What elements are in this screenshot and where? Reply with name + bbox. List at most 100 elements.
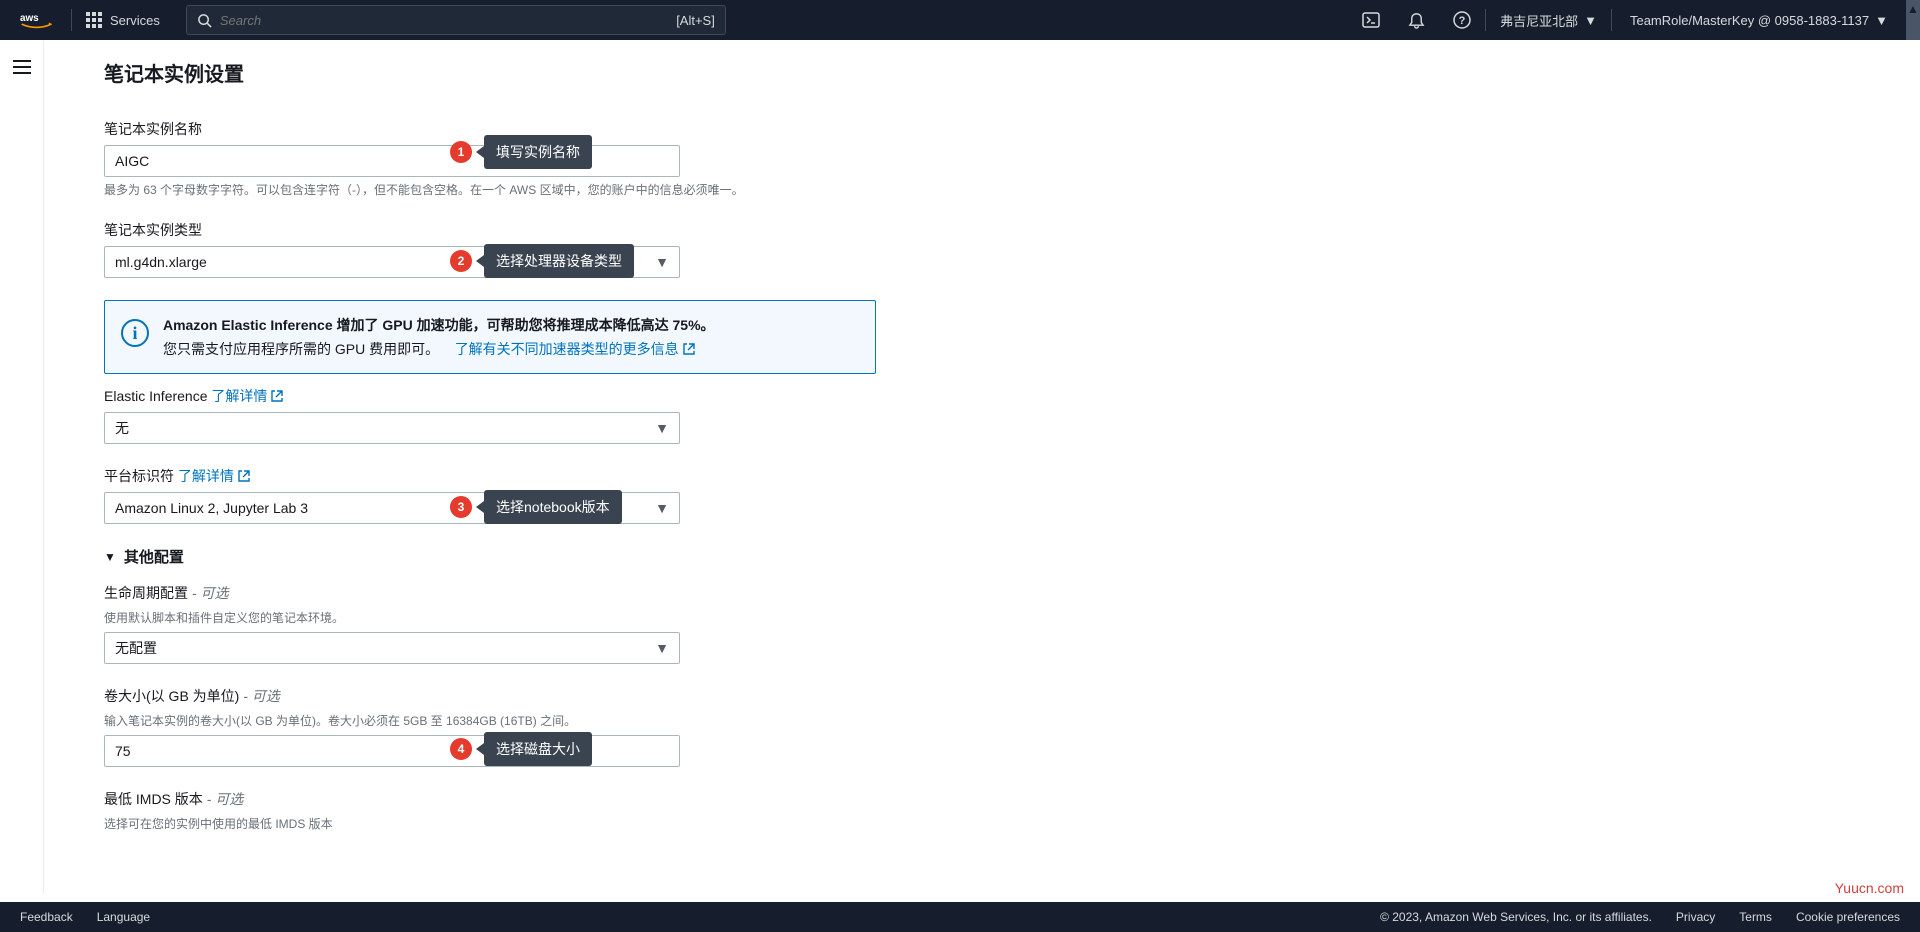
name-input[interactable]: AIGC [104,145,680,177]
ei-link-text: 了解详情 [211,386,267,406]
aws-logo[interactable]: aws [0,10,71,30]
volume-label-text: 卷大小(以 GB 为单位) [104,688,239,704]
chevron-up-icon: ▲ [1907,2,1919,16]
lifecycle-label: 生命周期配置 - 可选 [104,583,916,603]
account-label: TeamRole/MasterKey @ 0958-1883-1137 [1630,13,1869,28]
info-title: Amazon Elastic Inference 增加了 GPU 加速功能，可帮… [163,317,715,333]
volume-input[interactable]: 75 [104,735,680,767]
platform-link-text: 了解详情 [178,466,234,486]
callout-text: 选择磁盘大小 [484,732,592,766]
elastic-inference-info: i Amazon Elastic Inference 增加了 GPU 加速功能，… [104,300,876,374]
callout-arrow-icon [476,146,484,158]
chevron-down-icon: ▼ [655,500,669,516]
callout-2: 2 选择处理器设备类型 [450,244,634,278]
other-config-toggle[interactable]: ▼ 其他配置 [104,546,916,567]
help-button[interactable]: ? [1439,0,1485,40]
footer-right: © 2023, Amazon Web Services, Inc. or its… [1380,910,1900,924]
imds-optional: - 可选 [207,791,244,807]
notifications-button[interactable] [1394,0,1439,40]
field-volume: 卷大小(以 GB 为单位) - 可选 输入笔记本实例的卷大小(以 GB 为单位)… [104,686,916,767]
lifecycle-select[interactable]: 无配置 ▼ [104,632,680,664]
volume-label: 卷大小(以 GB 为单位) - 可选 [104,686,916,706]
sidebar-collapsed [0,40,44,894]
platform-label-text: 平台标识符 [104,468,174,484]
info-sub-prefix: 您只需支付应用程序所需的 GPU 费用即可。 [163,341,439,357]
ei-label: Elastic Inference 了解详情 [104,386,916,406]
info-sub: 您只需支付应用程序所需的 GPU 费用即可。 了解有关不同加速器类型的更多信息 [163,339,715,359]
info-icon: i [121,319,149,347]
hamburger-icon [13,60,31,74]
callout-4: 4 选择磁盘大小 [450,732,592,766]
svg-text:aws: aws [20,13,39,24]
external-link-icon [683,343,695,355]
type-label: 笔记本实例类型 [104,220,916,240]
panel-title: 笔记本实例设置 [104,58,916,87]
feedback-link[interactable]: Feedback [20,910,73,924]
watermark: Yuucn.com [1835,880,1904,896]
search-icon [197,13,212,28]
bottom-bar: Feedback Language © 2023, Amazon Web Ser… [0,902,1920,932]
platform-label: 平台标识符 了解详情 [104,466,916,486]
chevron-down-icon: ▼ [104,550,116,564]
field-notebook-type: 笔记本实例类型 ml.g4dn.xlarge ▼ 2 选择处理器设备类型 [104,220,916,278]
main-panel: 笔记本实例设置 笔记本实例名称 AIGC 最多为 63 个字母数字字符。可以包含… [44,40,944,894]
ei-select[interactable]: 无 ▼ [104,412,680,444]
ei-learn-more-link[interactable]: 了解详情 [211,386,283,406]
callout-arrow-icon [476,501,484,513]
callout-num: 2 [450,250,472,272]
ei-value: 无 [115,418,129,438]
external-link-icon [271,390,283,402]
copyright-text: © 2023, Amazon Web Services, Inc. or its… [1380,910,1652,924]
field-lifecycle: 生命周期配置 - 可选 使用默认脚本和插件自定义您的笔记本环境。 无配置 ▼ [104,583,916,664]
scroll-indicator[interactable]: ▲ [1906,0,1920,40]
privacy-link[interactable]: Privacy [1676,910,1715,924]
chevron-down-icon: ▼ [655,640,669,656]
grid-icon [86,12,102,28]
lifecycle-optional: - 可选 [192,585,229,601]
search-shortcut-hint: [Alt+S] [676,13,715,28]
field-notebook-name: 笔记本实例名称 AIGC 最多为 63 个字母数字字符。可以包含连字符（-），但… [104,119,916,198]
imds-help: 选择可在您的实例中使用的最低 IMDS 版本 [104,815,916,832]
lifecycle-value: 无配置 [115,638,157,658]
platform-learn-more-link[interactable]: 了解详情 [178,466,250,486]
info-learn-more-link[interactable]: 了解有关不同加速器类型的更多信息 [455,339,695,359]
field-imds: 最低 IMDS 版本 - 可选 选择可在您的实例中使用的最低 IMDS 版本 [104,789,916,832]
search-input[interactable] [220,13,676,28]
callout-num: 3 [450,496,472,518]
lifecycle-label-text: 生命周期配置 [104,585,188,601]
svg-text:?: ? [1459,15,1466,27]
callout-num: 4 [450,738,472,760]
lifecycle-help: 使用默认脚本和插件自定义您的笔记本环境。 [104,609,916,626]
nav-right: ? 弗吉尼亚北部 ▼ TeamRole/MasterKey @ 0958-188… [1348,0,1920,40]
chevron-down-icon: ▼ [655,420,669,436]
account-selector[interactable]: TeamRole/MasterKey @ 0958-1883-1137 ▼ [1612,13,1906,28]
hamburger-button[interactable] [13,60,31,894]
cloudshell-button[interactable] [1348,0,1394,40]
services-label: Services [110,13,160,28]
cookie-prefs-link[interactable]: Cookie preferences [1796,910,1900,924]
region-selector[interactable]: 弗吉尼亚北部 ▼ [1486,11,1611,30]
chevron-down-icon: ▼ [1875,13,1888,28]
callout-3: 3 选择notebook版本 [450,490,622,524]
external-link-icon [238,470,250,482]
chevron-down-icon: ▼ [1584,13,1597,28]
info-link-text: 了解有关不同加速器类型的更多信息 [455,339,679,359]
help-icon: ? [1453,11,1471,29]
callout-text: 填写实例名称 [484,135,592,169]
name-help: 最多为 63 个字母数字字符。可以包含连字符（-），但不能包含空格。在一个 AW… [104,181,916,198]
volume-help: 输入笔记本实例的卷大小(以 GB 为单位)。卷大小必须在 5GB 至 16384… [104,712,916,729]
imds-label: 最低 IMDS 版本 - 可选 [104,789,916,809]
imds-label-text: 最低 IMDS 版本 [104,791,203,807]
field-elastic-inference: Elastic Inference 了解详情 无 ▼ [104,386,916,444]
expando-title: 其他配置 [124,546,184,567]
type-value: ml.g4dn.xlarge [115,254,207,270]
footer-left: Feedback Language [20,910,150,924]
services-button[interactable]: Services [72,12,174,28]
chevron-down-icon: ▼ [655,254,669,270]
bell-icon [1408,12,1425,29]
right-spacer [944,40,1920,894]
search-box[interactable]: [Alt+S] [186,5,726,35]
ei-label-text: Elastic Inference [104,388,208,404]
terms-link[interactable]: Terms [1739,910,1772,924]
language-link[interactable]: Language [97,910,150,924]
